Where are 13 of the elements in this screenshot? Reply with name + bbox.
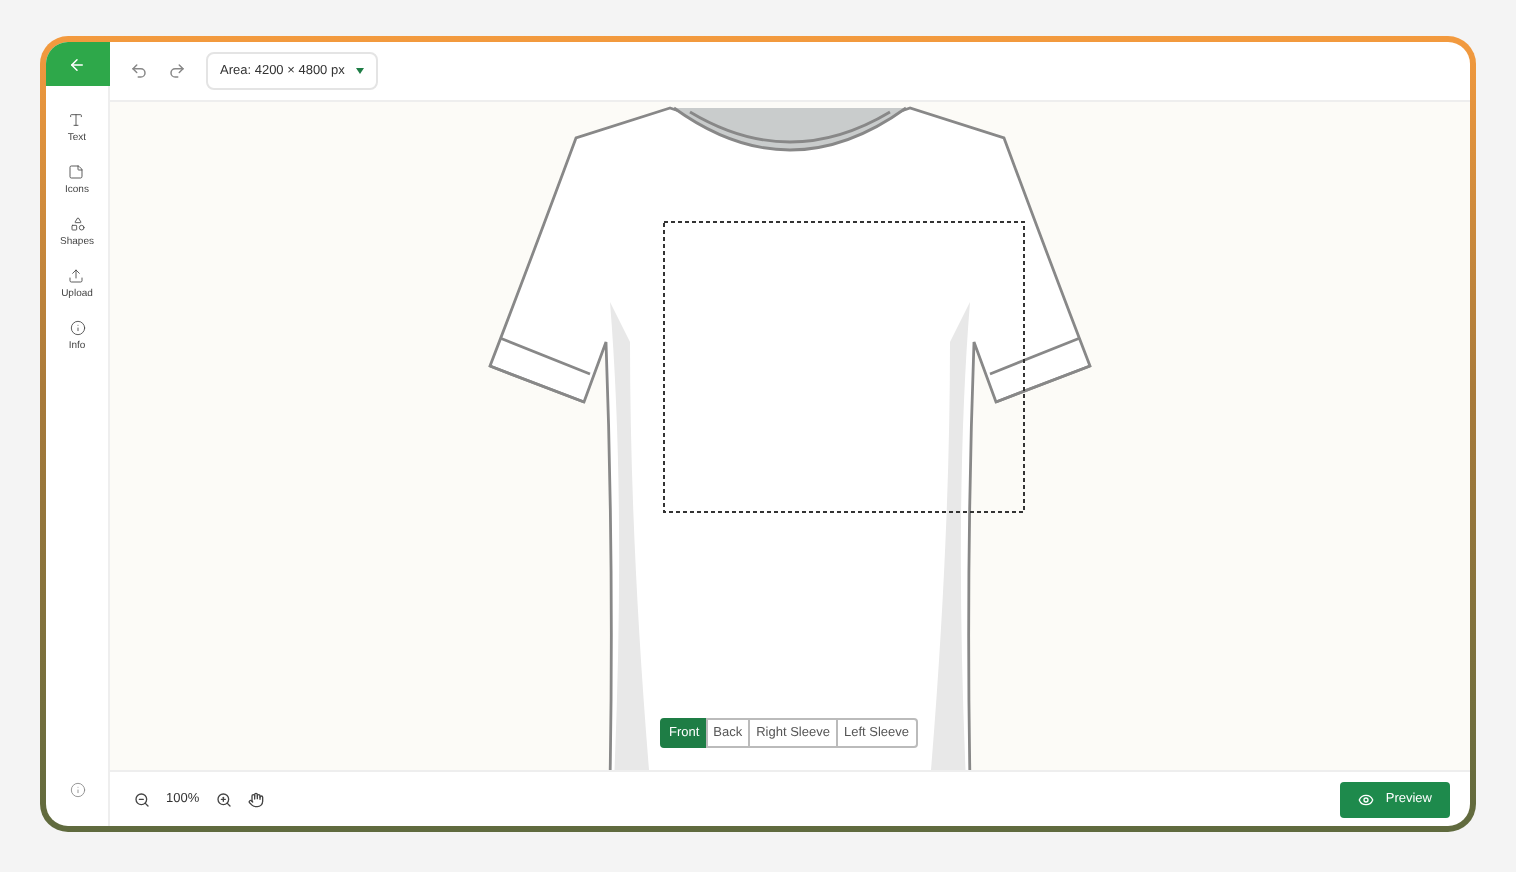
zoom-in-button[interactable] xyxy=(215,791,232,807)
zoom-out-button[interactable] xyxy=(134,791,150,807)
redo-button[interactable] xyxy=(168,62,186,80)
tool-icon xyxy=(68,164,85,180)
undo-button[interactable] xyxy=(130,62,148,80)
tool-icon xyxy=(68,268,85,284)
arrow-left-icon xyxy=(68,55,86,73)
tool-icon xyxy=(69,320,85,336)
tool-icon xyxy=(68,112,85,128)
info-icon[interactable] xyxy=(69,782,85,798)
tool-icon xyxy=(69,216,85,232)
hand-tool-button[interactable] xyxy=(247,791,264,807)
eye-icon xyxy=(1357,791,1374,807)
